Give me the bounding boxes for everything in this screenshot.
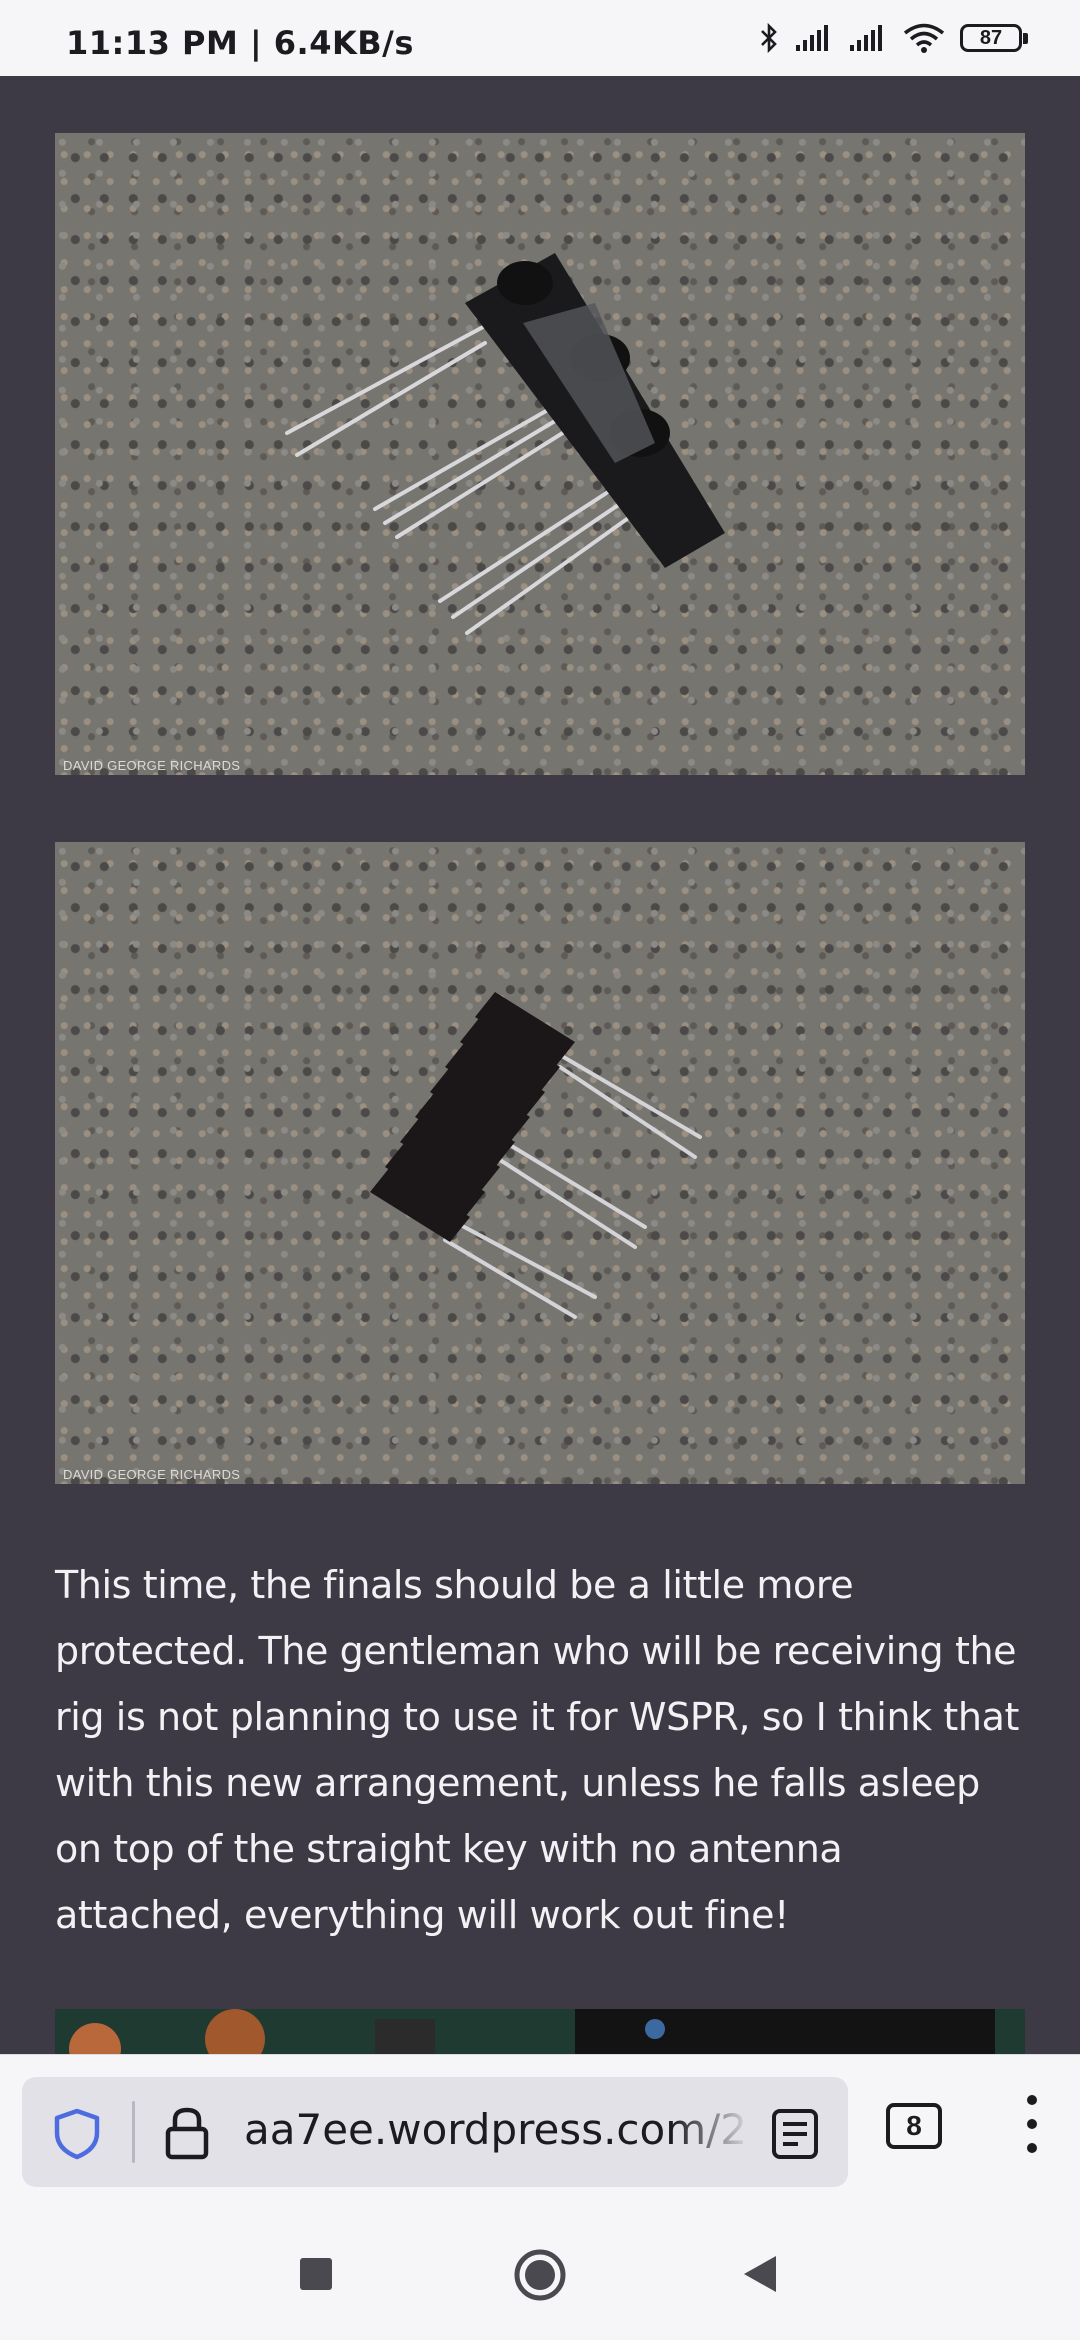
circuit-photo-edge <box>55 2009 1025 2054</box>
photo-credit: DAVID GEORGE RICHARDS <box>63 758 241 773</box>
back-icon[interactable] <box>742 2254 778 2294</box>
transistor-photo-1 <box>285 253 725 635</box>
photo-circuit-board-partial[interactable] <box>55 2009 1025 2054</box>
photo-credit: DAVID GEORGE RICHARDS <box>63 1467 241 1482</box>
home-icon[interactable] <box>513 2248 567 2302</box>
separator <box>132 2101 135 2163</box>
wifi-icon <box>903 23 945 53</box>
system-nav-bar <box>0 2210 1080 2340</box>
photo-transistors-heatsink[interactable]: DAVID GEORGE RICHARDS <box>55 842 1025 1484</box>
address-bar[interactable]: aa7ee.wordpress.com/201 <box>22 2077 848 2187</box>
signal-icon <box>796 25 828 51</box>
status-time: 11:13 PM | 6.4KB/s <box>66 24 414 62</box>
browser-toolbar: aa7ee.wordpress.com/201 8 <box>0 2054 1080 2211</box>
battery-icon: 87 <box>960 24 1028 52</box>
signal-icon <box>850 25 882 51</box>
status-bar: 11:13 PM | 6.4KB/s 87 <box>0 0 1080 76</box>
photo-transistors-loose[interactable]: DAVID GEORGE RICHARDS <box>55 133 1025 775</box>
article-paragraph: This time, the finals should be a little… <box>55 1563 1019 1937</box>
page-content[interactable]: DAVID GEORGE RICHARDS DAVID GEORGE RICHA… <box>0 76 1080 2054</box>
shield-icon[interactable] <box>50 2107 104 2161</box>
menu-icon[interactable] <box>1022 2095 1042 2165</box>
status-icons: 87 <box>758 22 1028 54</box>
url-fade <box>672 2097 752 2167</box>
tabs-counter-button[interactable]: 8 <box>886 2103 942 2149</box>
transistor-photo-2 <box>370 992 702 1319</box>
recents-icon[interactable] <box>298 2256 334 2292</box>
reader-view-icon[interactable] <box>770 2107 820 2161</box>
bluetooth-icon <box>761 22 777 54</box>
lock-icon[interactable] <box>162 2105 212 2161</box>
